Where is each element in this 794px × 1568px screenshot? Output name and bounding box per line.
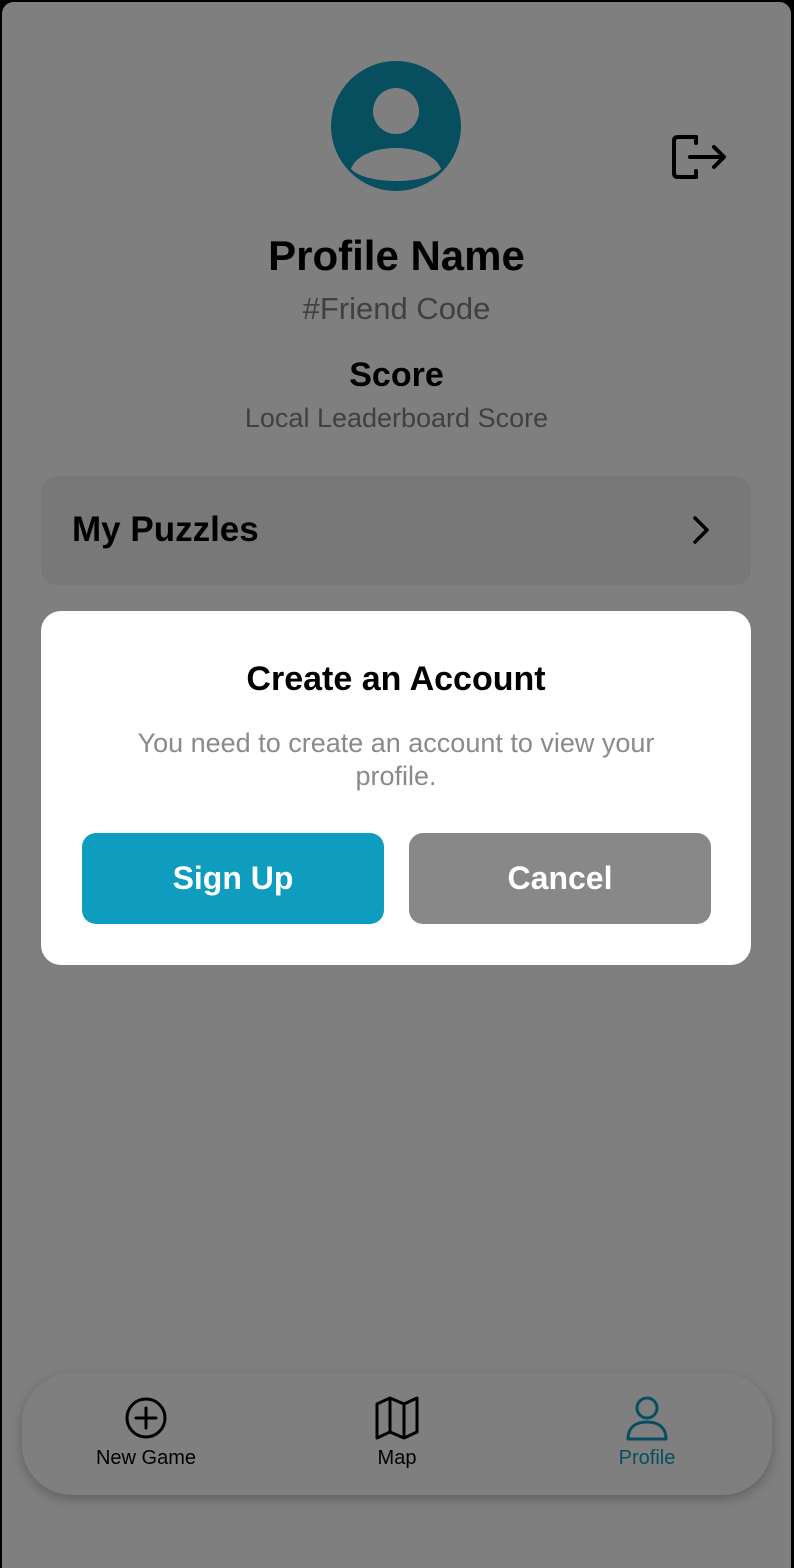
create-account-dialog: Create an Account You need to create an … [41,611,751,965]
profile-screen: Profile Name #Friend Code Score Local Le… [2,2,791,1568]
device-screen: Profile Name #Friend Code Score Local Le… [0,0,794,1568]
sign-up-button[interactable]: Sign Up [82,833,384,924]
dialog-message: You need to create an account to view yo… [137,728,655,791]
cancel-button[interactable]: Cancel [409,833,711,924]
dialog-title: Create an Account [246,660,546,698]
